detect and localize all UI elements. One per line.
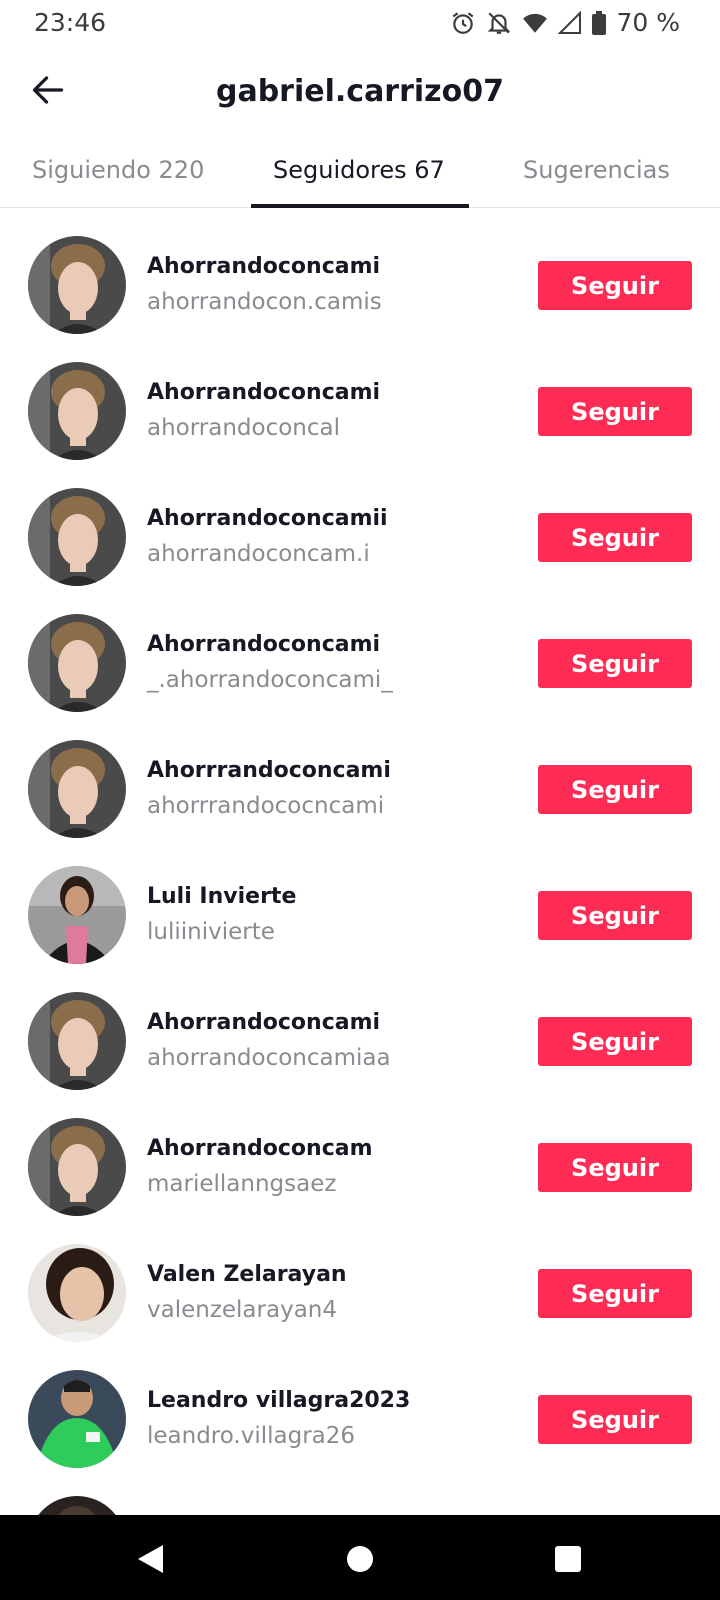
- wifi-icon: [522, 10, 548, 36]
- display-name: Ahorrandoconcamii: [147, 506, 388, 531]
- list-item[interactable]: Ahorrandoconcamii ahorrandoconcam.i Segu…: [0, 478, 720, 604]
- followers-list[interactable]: Ahorrandoconcami ahorrandocon.camis Segu…: [0, 226, 720, 1486]
- list-item[interactable]: Ahorrandoconcami ahorrandoconcal Seguir: [0, 352, 720, 478]
- tab-following[interactable]: Siguiendo 220: [32, 156, 204, 184]
- username: ahorrandocon.camis: [147, 289, 382, 315]
- username: ahorrandoconcamiaa: [147, 1045, 391, 1071]
- page-title: gabriel.carrizo07: [215, 74, 505, 109]
- username: mariellanngsaez: [147, 1171, 337, 1197]
- user-names: Luli Invierte luliinivierte: [147, 884, 296, 945]
- avatar[interactable]: [28, 362, 126, 460]
- home-circle-icon[interactable]: [338, 1537, 382, 1581]
- status-time: 23:46: [34, 8, 107, 37]
- display-name: Ahorrandoconcami: [147, 380, 381, 405]
- tab-bar: Siguiendo 220 Seguidores 67 Sugerencias: [0, 142, 720, 208]
- tab-suggestions[interactable]: Sugerencias: [523, 156, 670, 184]
- display-name: Ahorrandoconcam: [147, 1136, 373, 1161]
- avatar[interactable]: [28, 1370, 126, 1468]
- battery-percent: 70 %: [616, 8, 680, 37]
- user-names: Ahorrandoconcam mariellanngsaez: [147, 1136, 373, 1197]
- avatar[interactable]: [28, 1244, 126, 1342]
- recents-square-icon[interactable]: [546, 1537, 590, 1581]
- follow-button[interactable]: Seguir: [538, 1017, 692, 1066]
- list-item[interactable]: Valen Zelarayan valenzelarayan4 Seguir: [0, 1234, 720, 1360]
- avatar[interactable]: [28, 1118, 126, 1216]
- username: leandro.villagra26: [147, 1423, 356, 1449]
- bell-off-icon: [486, 10, 512, 36]
- username: ahorrandoconcam.i: [147, 541, 370, 567]
- display-name: Luli Invierte: [147, 884, 297, 909]
- follow-button[interactable]: Seguir: [538, 387, 692, 436]
- list-item[interactable]: Ahorrrandoconcami ahorrrandococncami Seg…: [0, 730, 720, 856]
- follow-button[interactable]: Seguir: [538, 765, 692, 814]
- signal-icon: [558, 10, 582, 35]
- list-item[interactable]: Ahorrandoconcami ahorrandocon.camis Segu…: [0, 226, 720, 352]
- follow-button[interactable]: Seguir: [538, 513, 692, 562]
- user-names: Ahorrrandoconcami ahorrrandococncami: [147, 758, 391, 819]
- user-names: Ahorrandoconcamii ahorrandoconcam.i: [147, 506, 388, 567]
- username: ahorrrandococncami: [147, 793, 385, 819]
- display-name: Ahorrandoconcami: [147, 254, 381, 279]
- header: gabriel.carrizo07: [0, 56, 720, 128]
- follow-button[interactable]: Seguir: [538, 1269, 692, 1318]
- user-names: Ahorrandoconcami _.ahorrandoconcami_: [147, 632, 393, 693]
- screen: 23:46 70 % gabriel.carrizo07 Siguiendo 2…: [0, 0, 720, 1600]
- battery-icon: [592, 10, 607, 35]
- follow-button[interactable]: Seguir: [538, 639, 692, 688]
- user-names: Ahorrandoconcami ahorrandoconcamiaa: [147, 1010, 391, 1071]
- alarm-icon: [450, 10, 476, 36]
- display-name: Ahorrandoconcami: [147, 1010, 381, 1035]
- avatar[interactable]: [28, 866, 126, 964]
- username: _.ahorrandoconcami_: [147, 667, 393, 693]
- follow-button[interactable]: Seguir: [538, 261, 692, 310]
- list-item[interactable]: Ahorrandoconcami _.ahorrandoconcami_ Seg…: [0, 604, 720, 730]
- display-name: Ahorrrandoconcami: [147, 758, 391, 783]
- display-name: Ahorrandoconcami: [147, 632, 381, 657]
- back-triangle-icon[interactable]: [128, 1537, 172, 1581]
- status-bar: 23:46 70 %: [0, 0, 720, 48]
- system-nav-bar: [0, 1515, 720, 1600]
- list-item[interactable]: Ahorrandoconcami ahorrandoconcamiaa Segu…: [0, 982, 720, 1108]
- avatar[interactable]: [28, 488, 126, 586]
- tab-followers[interactable]: Seguidores 67: [273, 156, 445, 184]
- list-item[interactable]: Leandro villagra2023 leandro.villagra26 …: [0, 1360, 720, 1486]
- follow-button[interactable]: Seguir: [538, 1395, 692, 1444]
- username: valenzelarayan4: [147, 1297, 337, 1323]
- user-names: Leandro villagra2023 leandro.villagra26: [147, 1388, 410, 1449]
- avatar[interactable]: [28, 236, 126, 334]
- display-name: Valen Zelarayan: [147, 1262, 347, 1287]
- username: ahorrandoconcal: [147, 415, 341, 441]
- username: luliinivierte: [147, 919, 275, 945]
- avatar[interactable]: [28, 614, 126, 712]
- user-names: Ahorrandoconcami ahorrandocon.camis: [147, 254, 382, 315]
- avatar[interactable]: [28, 992, 126, 1090]
- status-icons: 70 %: [450, 8, 680, 37]
- user-names: Valen Zelarayan valenzelarayan4: [147, 1262, 347, 1323]
- user-names: Ahorrandoconcami ahorrandoconcal: [147, 380, 380, 441]
- follow-button[interactable]: Seguir: [538, 1143, 692, 1192]
- tab-indicator: [251, 204, 469, 208]
- display-name: Leandro villagra2023: [147, 1388, 411, 1413]
- list-item[interactable]: Ahorrandoconcam mariellanngsaez Seguir: [0, 1108, 720, 1234]
- list-item[interactable]: Luli Invierte luliinivierte Seguir: [0, 856, 720, 982]
- follow-button[interactable]: Seguir: [538, 891, 692, 940]
- avatar[interactable]: [28, 740, 126, 838]
